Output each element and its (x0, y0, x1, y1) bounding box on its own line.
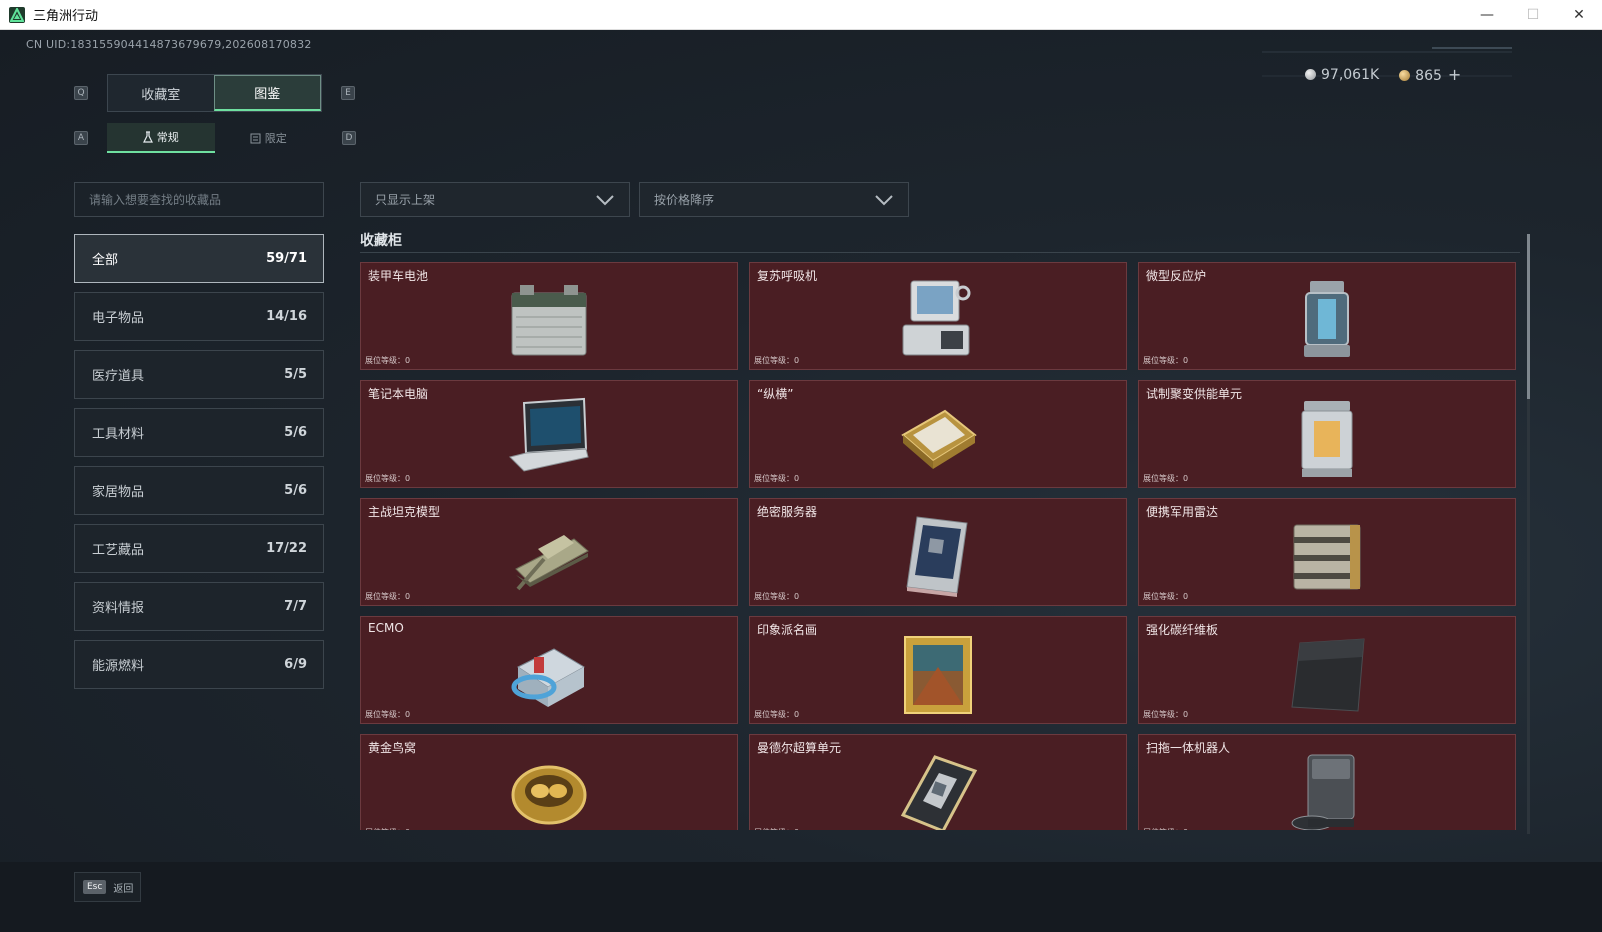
silver-coin-icon (1305, 68, 1316, 80)
gold-currency: 865 + (1399, 65, 1461, 84)
painting-icon (904, 636, 972, 714)
fusion-cell-icon (1301, 401, 1353, 477)
carbon-plate-icon (1291, 638, 1365, 712)
window-titlebar: 三角洲行动 — ☐ ✕ (0, 0, 1602, 30)
collection-card[interactable]: 印象派名画 展位等级：0 (749, 616, 1127, 724)
app-logo-icon (9, 6, 25, 23)
collection-card[interactable]: 微型反应炉 展位等级：0 (1138, 262, 1516, 370)
reactor-icon (1304, 281, 1350, 357)
collection-card[interactable]: 笔记本电脑 展位等级：0 (360, 380, 738, 488)
category-energy[interactable]: 能源燃料 6/9 (74, 640, 324, 689)
key-hint-q: Q (74, 86, 88, 100)
tab-limited[interactable]: 限定 (215, 123, 323, 153)
ventilator-icon (902, 280, 971, 356)
collection-grid: 装甲车电池 展位等级：0 复苏呼吸机 展位等级：0 微型反应炉 展位等级：0 笔… (360, 262, 1520, 830)
compute-unit-icon (900, 755, 978, 830)
category-intel[interactable]: 资料情报 7/7 (74, 582, 324, 631)
key-hint-d: D (342, 131, 356, 145)
section-divider (360, 252, 1520, 253)
window-title: 三角洲行动 (33, 9, 99, 24)
category-crafts[interactable]: 工艺藏品 17/22 (74, 524, 324, 573)
game-viewport: CN UID:1831559044148736796​79,2026081708… (0, 30, 1602, 932)
collection-card[interactable]: 主战坦克模型 展位等级：0 (360, 498, 738, 606)
chevron-down-icon (875, 194, 893, 205)
key-hint-a: A (74, 131, 88, 145)
tab-collection-room[interactable]: 收藏室 (108, 75, 214, 111)
category-electronics[interactable]: 电子物品 14/16 (74, 292, 324, 341)
tab-codex[interactable]: 图鉴 (213, 75, 321, 111)
minimize-button[interactable]: — (1464, 0, 1510, 30)
search-input[interactable] (74, 182, 324, 217)
radar-icon (1293, 524, 1361, 590)
close-button[interactable]: ✕ (1556, 0, 1602, 30)
collection-card[interactable]: 装甲车电池 展位等级：0 (360, 262, 738, 370)
battery-icon (511, 285, 587, 356)
chevron-down-icon (596, 194, 614, 205)
collection-card[interactable]: 扫拖一体机器人 展位等级：0 (1138, 734, 1516, 830)
maximize-button[interactable]: ☐ (1510, 0, 1556, 30)
collection-card[interactable]: 试制聚变供能单元 展位等级：0 (1138, 380, 1516, 488)
category-tools[interactable]: 工具材料 5/6 (74, 408, 324, 457)
collection-card[interactable]: 黄金鸟窝 展位等级：0 (360, 734, 738, 830)
silver-currency: 97,061K (1305, 67, 1379, 83)
collection-card[interactable]: 复苏呼吸机 展位等级：0 (749, 262, 1127, 370)
robot-vacuum-icon (1291, 754, 1355, 830)
server-icon (906, 516, 968, 597)
laptop-icon (509, 397, 589, 472)
section-title: 收藏柜 (360, 233, 402, 249)
tab-regular[interactable]: 常规 (107, 123, 215, 153)
user-uid: CN UID:1831559044148736796​79,2026081708… (26, 38, 312, 51)
esc-key-hint: Esc (83, 880, 107, 894)
add-currency-button[interactable]: + (1448, 65, 1461, 84)
main-tabs: 收藏室 图鉴 (107, 74, 322, 112)
currency-display: 97,061K 865 + (1305, 65, 1461, 84)
category-all[interactable]: 全部 59/71 (74, 234, 324, 283)
limited-icon (250, 133, 261, 143)
collection-card[interactable]: 便携军用雷达 展位等级：0 (1138, 498, 1516, 606)
golden-nest-icon (511, 765, 587, 825)
bottom-bar (0, 862, 1602, 932)
ecmo-icon (511, 648, 585, 707)
flask-icon (142, 131, 153, 143)
sort-dropdown[interactable]: 按价格降序 (639, 182, 909, 217)
collection-card[interactable]: ECMO 展位等级：0 (360, 616, 738, 724)
collection-card[interactable]: “纵横” 展位等级：0 (749, 380, 1127, 488)
back-button[interactable]: Esc 返回 (74, 872, 141, 902)
shelf-filter-dropdown[interactable]: 只显示上架 (360, 182, 630, 217)
sub-tabs: 常规 限定 (107, 123, 322, 153)
gold-coin-icon (1399, 70, 1411, 81)
chessboard-icon (901, 409, 977, 469)
collection-card[interactable]: 强化碳纤维板 展位等级：0 (1138, 616, 1516, 724)
grid-scrollbar[interactable] (1527, 234, 1530, 834)
collection-card[interactable]: 曼德尔超算单元 展位等级：0 (749, 734, 1127, 830)
scrollbar-thumb[interactable] (1527, 234, 1530, 399)
tank-icon (515, 535, 589, 591)
category-household[interactable]: 家居物品 5/6 (74, 466, 324, 515)
collection-card[interactable]: 绝密服务器 展位等级：0 (749, 498, 1127, 606)
category-medical[interactable]: 医疗道具 5/5 (74, 350, 324, 399)
key-hint-e: E (341, 86, 355, 100)
category-list: 全部 59/71 电子物品 14/16 医疗道具 5/5 工具材料 5/6 家居物品 5/… (74, 234, 324, 698)
